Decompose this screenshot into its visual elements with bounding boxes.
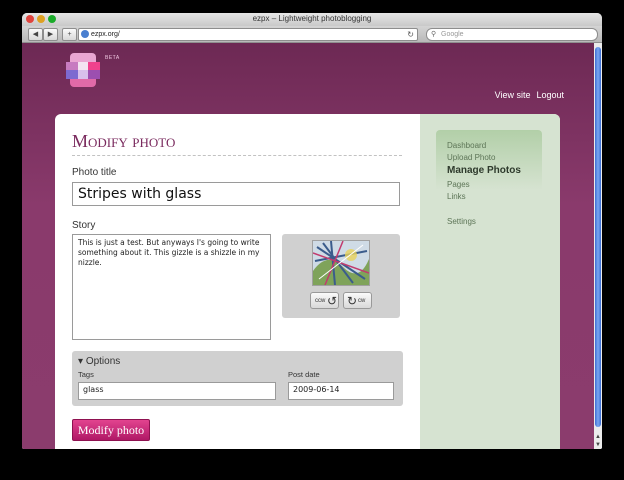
search-icon: ⚲ <box>431 31 437 38</box>
back-button[interactable]: ◀ <box>28 28 43 41</box>
scroll-down-icon[interactable]: ▼ <box>594 441 602 449</box>
post-date-input[interactable]: 2009-06-14 <box>288 382 394 400</box>
sidebar-item-upload-photo[interactable]: Upload Photo <box>447 153 495 162</box>
sidebar-item-settings[interactable]: Settings <box>447 217 476 226</box>
browser-toolbar: ◀ ▶ + ezpx.org/ ↻ ⚲ Google <box>22 26 602 43</box>
options-toggle[interactable]: ▾ Options <box>78 356 120 367</box>
sidebar-item-dashboard[interactable]: Dashboard <box>447 141 486 150</box>
rotate-ccw-icon: ↺ <box>327 294 338 308</box>
search-field[interactable]: ⚲ Google <box>426 28 598 41</box>
window-title: ezpx – Lightweight photoblogging <box>252 14 372 23</box>
title-divider <box>72 155 402 156</box>
story-textarea[interactable]: This is just a test. But anyways I's goi… <box>72 234 271 340</box>
post-date-label: Post date <box>288 370 320 379</box>
search-placeholder: Google <box>441 31 464 38</box>
page-title: Modify photo <box>72 131 176 151</box>
rotate-cw-button[interactable]: ↻ cw <box>343 292 372 309</box>
sidebar-item-links[interactable]: Links <box>447 192 466 201</box>
photo-preview-box: ccw ↺ ↻ cw <box>282 234 400 318</box>
header-links: View site Logout <box>495 90 564 100</box>
address-url: ezpx.org/ <box>91 31 120 38</box>
sidebar-item-pages[interactable]: Pages <box>447 180 470 189</box>
photo-thumbnail <box>312 240 370 286</box>
forward-button[interactable]: ▶ <box>43 28 58 41</box>
view-site-link[interactable]: View site <box>495 90 531 100</box>
options-panel: ▾ Options Tags glass Post date 2009-06-1… <box>72 351 403 406</box>
vertical-scrollbar[interactable]: ▲ ▼ <box>594 43 602 449</box>
browser-window: ezpx – Lightweight photoblogging ◀ ▶ + e… <box>22 13 602 449</box>
tags-label: Tags <box>78 370 94 379</box>
rotate-cw-icon: ↻ <box>347 294 358 308</box>
add-bookmark-button[interactable]: + <box>62 28 77 41</box>
rotate-cw-label: cw <box>358 298 366 304</box>
content-panel: Modify photo Photo title Stripes with gl… <box>55 114 560 449</box>
photo-title-input[interactable]: Stripes with glass <box>72 182 400 206</box>
photo-title-label: Photo title <box>72 167 117 178</box>
rotate-ccw-label: ccw <box>315 298 326 304</box>
rotate-ccw-button[interactable]: ccw ↺ <box>310 292 339 309</box>
beta-badge: BETA <box>105 55 120 61</box>
ezpx-logo[interactable] <box>66 53 100 87</box>
scrollbar-thumb[interactable] <box>595 47 601 427</box>
tags-input[interactable]: glass <box>78 382 276 400</box>
logout-link[interactable]: Logout <box>536 90 564 100</box>
scroll-up-icon[interactable]: ▲ <box>594 433 602 441</box>
modify-photo-button[interactable]: Modify photo <box>72 419 150 441</box>
options-label: Options <box>85 356 121 367</box>
story-label: Story <box>72 220 96 231</box>
page-viewport: BETA View site Logout Modify photo Photo… <box>22 43 594 449</box>
address-bar[interactable]: ezpx.org/ ↻ <box>78 28 418 41</box>
sidebar: Dashboard Upload Photo Manage Photos Pag… <box>420 114 560 449</box>
reload-icon[interactable]: ↻ <box>407 29 414 40</box>
sidebar-item-manage-photos[interactable]: Manage Photos <box>447 165 521 176</box>
site-globe-icon <box>81 30 89 38</box>
title-bar: ezpx – Lightweight photoblogging <box>22 13 602 26</box>
disclosure-triangle-icon: ▾ <box>78 356 84 367</box>
